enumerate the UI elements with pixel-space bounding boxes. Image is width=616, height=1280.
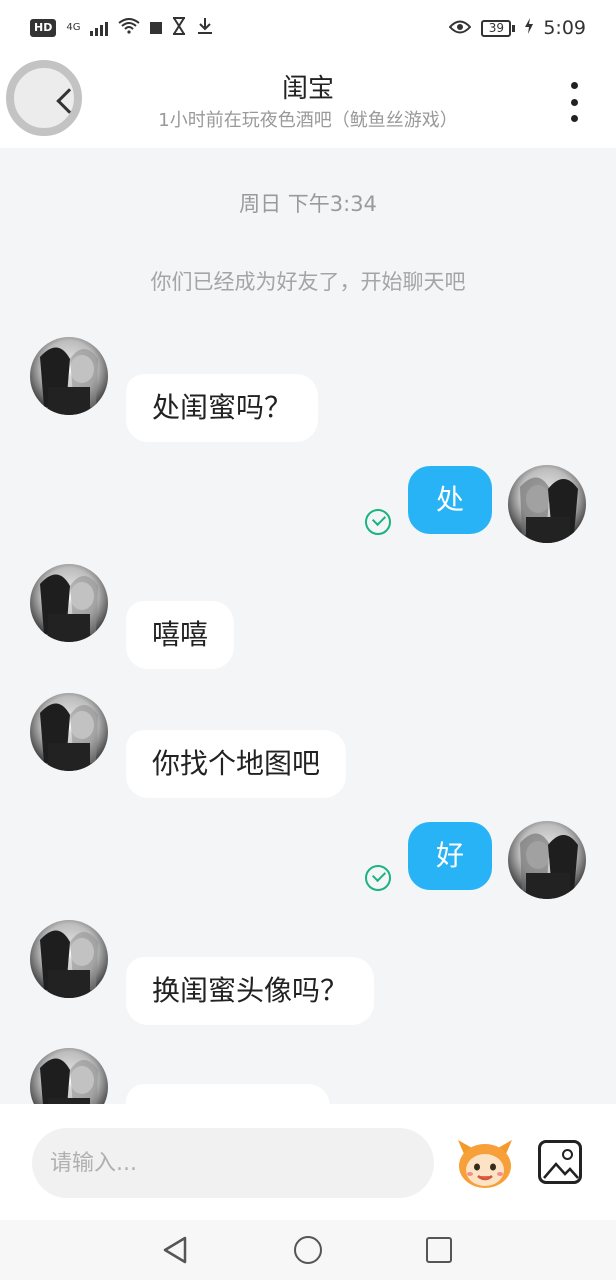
emoji-mascot-icon xyxy=(458,1140,512,1188)
wifi-icon xyxy=(118,17,141,39)
message-bubble-incoming[interactable]: 换闺蜜头像吗？ xyxy=(126,957,375,1025)
message-bubble-incoming[interactable] xyxy=(126,1084,330,1104)
chat-area[interactable]: 周日 下午3:34 你们已经成为好友了，开始聊天吧 处闺蜜吗？ 处 嘻嘻 你找个… xyxy=(0,148,616,1104)
contact-name: 闺宝 xyxy=(281,74,334,104)
image-button[interactable] xyxy=(538,1140,582,1184)
system-nav-bar xyxy=(0,1220,616,1280)
contact-avatar[interactable] xyxy=(30,920,108,998)
message-bubble-incoming[interactable]: 嘻嘻 xyxy=(126,601,235,669)
message-input[interactable] xyxy=(32,1128,434,1198)
system-note: 你们已经成为好友了，开始聊天吧 xyxy=(150,270,466,294)
emoji-button[interactable] xyxy=(456,1136,514,1190)
eye-icon xyxy=(448,18,472,39)
image-icon xyxy=(543,1162,579,1179)
battery-icon: 39 xyxy=(481,19,516,37)
message-timestamp: 周日 下午3:34 xyxy=(239,192,377,216)
nav-back-icon[interactable] xyxy=(162,1236,188,1264)
contact-avatar[interactable] xyxy=(30,693,108,771)
hourglass-icon xyxy=(172,16,186,40)
status-bar: HD 4G 39 5:09 xyxy=(0,0,616,56)
my-avatar[interactable] xyxy=(508,821,586,899)
chat-header: 闺宝 1小时前在玩夜色酒吧（鱿鱼丝游戏） xyxy=(0,56,616,148)
nav-recents-icon[interactable] xyxy=(426,1237,452,1263)
my-avatar[interactable] xyxy=(508,465,586,543)
message-bubble-incoming[interactable]: 你找个地图吧 xyxy=(126,730,347,798)
contact-status: 1小时前在玩夜色酒吧（鱿鱼丝游戏） xyxy=(158,110,458,131)
clock: 5:09 xyxy=(543,17,586,39)
status-left: HD 4G xyxy=(30,16,214,40)
message-bubble-incoming[interactable]: 处闺蜜吗？ xyxy=(126,374,319,442)
more-options-button[interactable] xyxy=(562,82,586,122)
signal-icon xyxy=(90,20,109,36)
notification-square-icon xyxy=(150,22,163,34)
hd-indicator: HD xyxy=(30,19,57,37)
input-bar xyxy=(0,1104,616,1220)
contact-avatar[interactable] xyxy=(30,337,108,415)
nav-home-icon[interactable] xyxy=(294,1236,322,1264)
network-type: 4G xyxy=(66,22,81,33)
message-bubble-outgoing[interactable]: 好 xyxy=(408,822,492,890)
message-bubble-outgoing[interactable]: 处 xyxy=(408,466,492,534)
battery-level: 39 xyxy=(481,19,512,37)
check-circle-icon xyxy=(365,509,391,535)
contact-avatar[interactable] xyxy=(30,564,108,642)
status-right: 39 5:09 xyxy=(448,17,586,39)
contact-avatar[interactable] xyxy=(30,1048,108,1104)
download-icon xyxy=(196,17,214,40)
more-vertical-icon xyxy=(570,82,578,89)
check-circle-icon xyxy=(365,865,391,891)
charging-icon xyxy=(525,17,534,39)
